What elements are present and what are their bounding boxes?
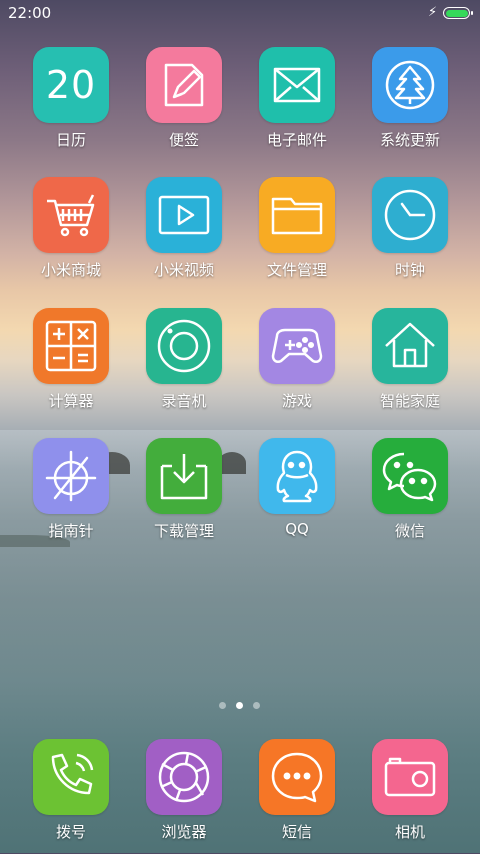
app-calendar[interactable]: 20 日历	[21, 47, 121, 162]
mail-icon	[269, 57, 325, 113]
tree-update-icon	[382, 57, 438, 113]
app-label: 系统更新	[379, 131, 440, 149]
app-tile[interactable]	[372, 308, 448, 384]
app-qq-penguin[interactable]: QQ	[247, 438, 347, 553]
app-label: 浏览器	[161, 823, 207, 841]
app-tile[interactable]	[372, 177, 448, 253]
app-phone[interactable]: 拨号	[21, 739, 121, 854]
app-label: 文件管理	[266, 261, 327, 279]
app-label: 电子邮件	[266, 131, 327, 149]
app-label: QQ	[285, 520, 309, 538]
wechat-icon	[382, 448, 438, 504]
app-label: 短信	[281, 823, 312, 841]
app-folder[interactable]: 文件管理	[247, 177, 347, 292]
phone-icon	[43, 749, 99, 805]
app-home[interactable]: 智能家庭	[360, 308, 460, 423]
app-label: 指南针	[48, 522, 94, 540]
notes-icon	[156, 57, 212, 113]
page-dot[interactable]	[253, 702, 260, 709]
app-recorder[interactable]: 录音机	[134, 308, 234, 423]
page-indicator[interactable]	[215, 702, 265, 710]
app-tree-update[interactable]: 系统更新	[360, 47, 460, 162]
status-time: 22:00	[8, 4, 52, 22]
app-message[interactable]: 短信	[247, 739, 347, 854]
app-gamepad[interactable]: 游戏	[247, 308, 347, 423]
charging-icon: ⚡	[428, 5, 438, 20]
app-tile[interactable]	[146, 308, 222, 384]
home-icon	[382, 318, 438, 374]
app-label: 计算器	[48, 392, 94, 410]
app-label: 录音机	[161, 392, 207, 410]
battery-icon	[443, 7, 473, 19]
app-camera[interactable]: 相机	[360, 739, 460, 854]
download-icon	[156, 448, 212, 504]
app-wechat[interactable]: 微信	[360, 438, 460, 553]
app-tile[interactable]	[372, 438, 448, 514]
app-clock[interactable]: 时钟	[360, 177, 460, 292]
app-label: 微信	[394, 522, 425, 540]
app-calculator[interactable]: 计算器	[21, 308, 121, 423]
calculator-icon	[43, 318, 99, 374]
app-tile[interactable]	[146, 739, 222, 815]
app-tile[interactable]: 20	[33, 47, 109, 123]
app-browser[interactable]: 浏览器	[134, 739, 234, 854]
app-tile[interactable]	[33, 438, 109, 514]
app-tile[interactable]	[33, 739, 109, 815]
app-label: 小米商城	[40, 261, 101, 279]
app-label: 时钟	[394, 261, 425, 279]
app-tile[interactable]	[259, 308, 335, 384]
app-download[interactable]: 下载管理	[134, 438, 234, 553]
app-label: 下载管理	[153, 522, 214, 540]
app-label: 拨号	[55, 823, 86, 841]
app-tile[interactable]	[33, 177, 109, 253]
app-label: 日历	[55, 131, 86, 149]
app-tile[interactable]	[146, 47, 222, 123]
compass-icon	[43, 448, 99, 504]
app-label: 相机	[394, 823, 425, 841]
app-mail[interactable]: 电子邮件	[247, 47, 347, 162]
folder-icon	[269, 187, 325, 243]
app-tile[interactable]	[259, 438, 335, 514]
app-label: 智能家庭	[379, 392, 440, 410]
message-icon	[269, 749, 325, 805]
app-tile[interactable]	[259, 47, 335, 123]
camera-icon	[382, 749, 438, 805]
app-label: 便签	[168, 131, 199, 149]
app-tile[interactable]	[33, 308, 109, 384]
page-dot[interactable]	[236, 702, 243, 709]
recorder-icon	[156, 318, 212, 374]
app-label: 游戏	[281, 392, 312, 410]
browser-icon	[156, 749, 212, 805]
app-tile[interactable]	[372, 47, 448, 123]
app-tile[interactable]	[372, 739, 448, 815]
app-tile[interactable]	[259, 177, 335, 253]
app-compass[interactable]: 指南针	[21, 438, 121, 553]
clock-icon	[382, 187, 438, 243]
app-tile[interactable]	[259, 739, 335, 815]
app-video-play[interactable]: 小米视频	[134, 177, 234, 292]
app-tile[interactable]	[146, 177, 222, 253]
app-cart[interactable]: 小米商城	[21, 177, 121, 292]
page-dot[interactable]	[219, 702, 226, 709]
app-label: 小米视频	[153, 261, 214, 279]
app-tile[interactable]	[146, 438, 222, 514]
video-play-icon	[156, 187, 212, 243]
status-bar: 22:00 ⚡	[0, 0, 480, 28]
gamepad-icon	[269, 318, 325, 374]
cart-icon	[43, 187, 99, 243]
qq-penguin-icon	[269, 448, 325, 504]
app-notes[interactable]: 便签	[134, 47, 234, 162]
calendar-day: 20	[45, 63, 97, 107]
